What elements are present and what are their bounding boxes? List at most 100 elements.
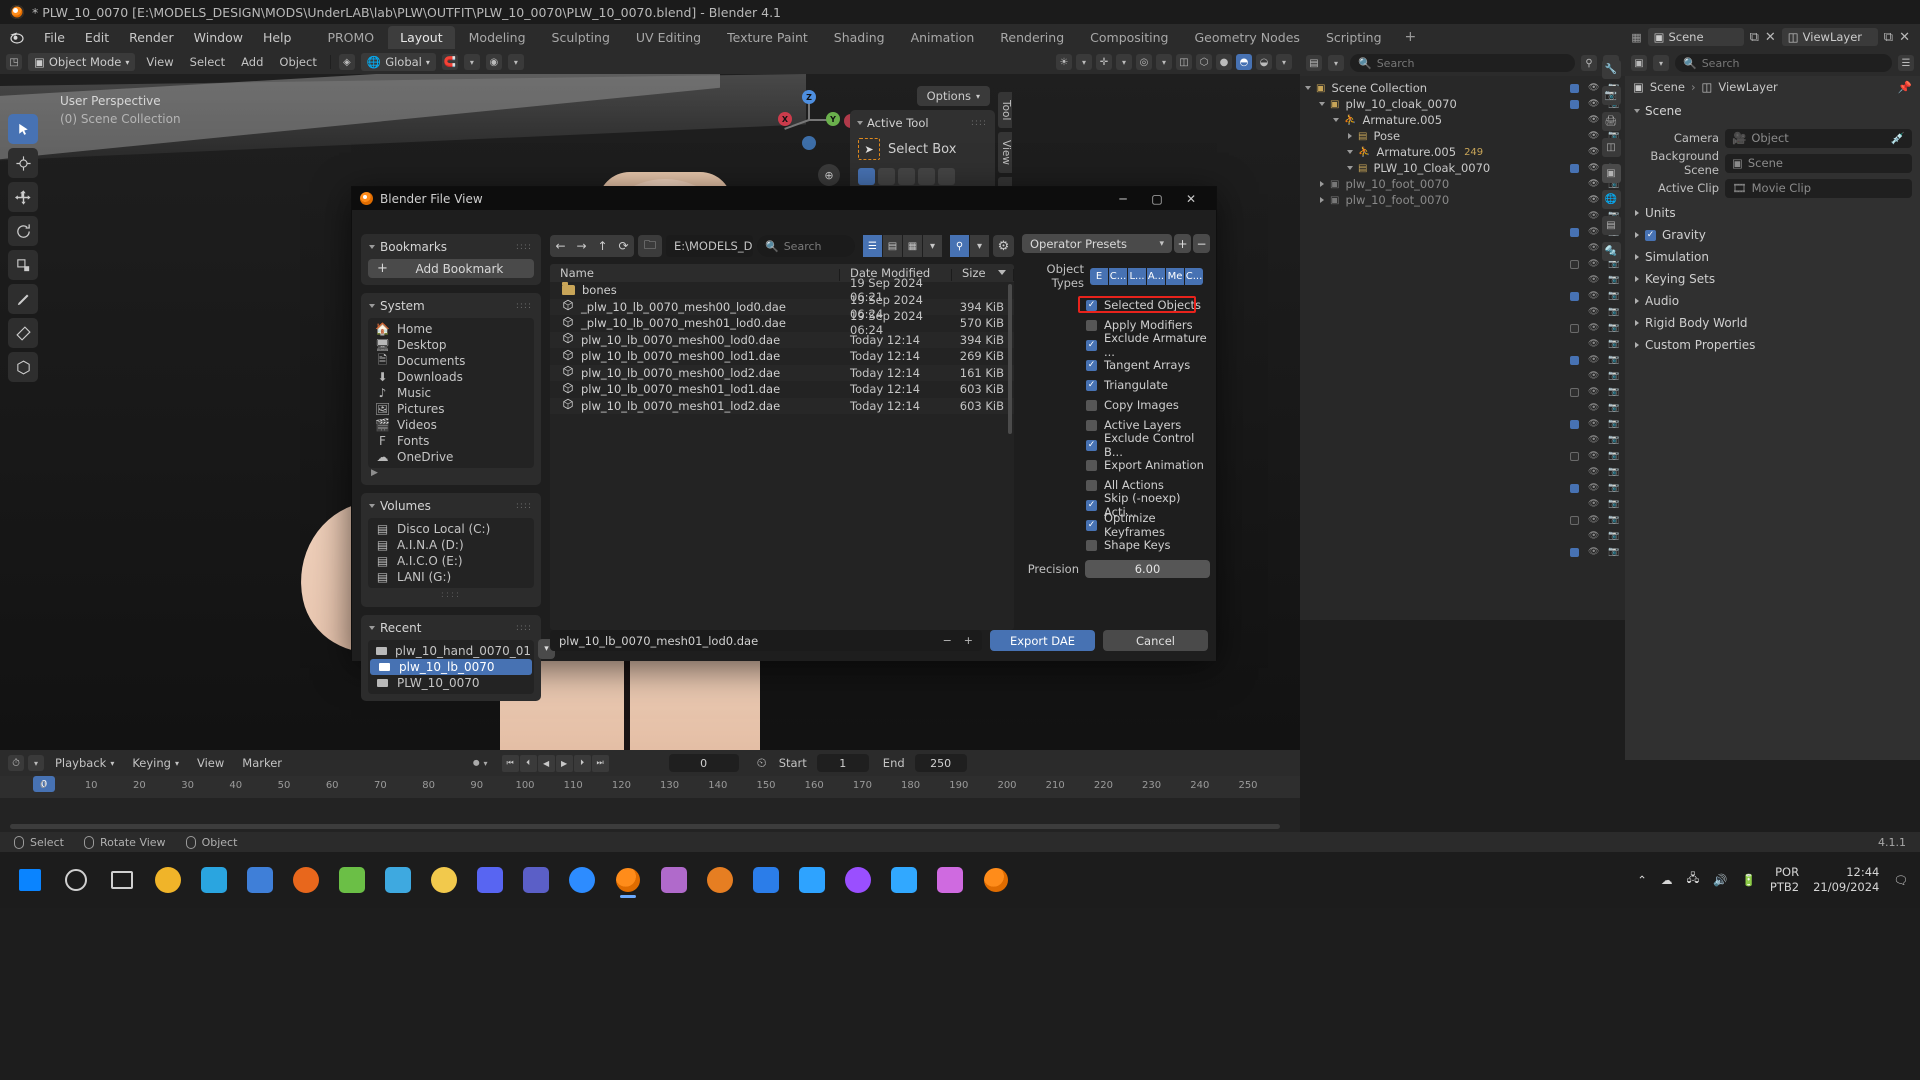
maximize-button[interactable]: ▢ xyxy=(1140,187,1174,210)
camera-icon[interactable]: 📷 xyxy=(1608,515,1619,526)
outliner-search-input[interactable]: 🔍 Search xyxy=(1350,54,1575,72)
select-intersect-icon[interactable] xyxy=(938,168,955,185)
taskbar-store-icon[interactable] xyxy=(284,858,328,902)
editor-type-icon[interactable]: ◳ xyxy=(6,54,22,70)
taskbar-search-icon[interactable] xyxy=(54,858,98,902)
tab-sculpting[interactable]: Sculpting xyxy=(540,26,622,49)
object-type-toggle-0[interactable]: E xyxy=(1090,268,1108,285)
outliner-checkbox[interactable] xyxy=(1570,420,1579,429)
eye-icon[interactable]: 👁 xyxy=(1588,275,1599,286)
tool-measure[interactable] xyxy=(8,318,38,348)
outliner-checkbox[interactable] xyxy=(1570,260,1579,269)
camera-icon[interactable]: 📷 xyxy=(1608,323,1619,334)
overlays-chevron-icon[interactable]: ▾ xyxy=(1156,54,1172,70)
falloff-chevron-icon[interactable]: ▾ xyxy=(508,54,524,70)
system-item-onedrive[interactable]: ☁OneDrive xyxy=(368,449,534,465)
outliner-row[interactable]: 👁📷 xyxy=(1300,272,1625,288)
operator-checkbox-row[interactable]: Copy Images xyxy=(1086,395,1210,415)
camera-icon[interactable]: 📷 xyxy=(1608,467,1619,478)
properties-search-input[interactable]: 🔍 Search xyxy=(1675,54,1892,72)
export-dae-button[interactable]: Export DAE xyxy=(990,630,1095,651)
outliner-row[interactable]: 👁📷 xyxy=(1300,368,1625,384)
outliner-editor-type-icon[interactable]: ▤ xyxy=(1306,55,1322,71)
playback-menu[interactable]: Playback▾ xyxy=(48,754,121,772)
system-item-videos[interactable]: 🎬Videos xyxy=(368,417,534,433)
background-scene-row[interactable]: Background Scene ▣ Scene xyxy=(1633,152,1912,174)
checkbox[interactable] xyxy=(1086,540,1097,551)
camera-icon[interactable]: 📷 xyxy=(1608,499,1619,510)
filename-increment-button[interactable]: + xyxy=(964,634,973,647)
tab-animation[interactable]: Animation xyxy=(899,26,987,49)
parent-directory-button[interactable]: ↑ xyxy=(592,235,613,257)
view-menu[interactable]: View xyxy=(141,55,178,69)
property-section-keying-sets[interactable]: Keying Sets xyxy=(1625,268,1920,290)
object-type-toggle-3[interactable]: A... xyxy=(1147,268,1165,285)
ptab-object-icon[interactable]: ▤ xyxy=(1602,216,1621,235)
outliner-row[interactable]: 👁📷 xyxy=(1300,224,1625,240)
filename-input[interactable]: plw_10_lb_0070_mesh01_lod0.dae − + xyxy=(550,630,982,651)
outliner-row[interactable]: 👁📷 xyxy=(1300,352,1625,368)
outliner-row[interactable]: 👁📷 xyxy=(1300,544,1625,560)
outliner-row[interactable]: 👁📷 xyxy=(1300,512,1625,528)
select-extend-icon[interactable] xyxy=(878,168,895,185)
camera-icon[interactable]: 📷 xyxy=(1608,547,1619,558)
camera-icon[interactable]: 📷 xyxy=(1608,355,1619,366)
file-row[interactable]: plw_10_lb_0070_mesh01_lod1.daeToday 12:1… xyxy=(550,381,1014,398)
checkbox[interactable] xyxy=(1086,500,1097,511)
gizmo-icon[interactable]: ✛ xyxy=(1096,54,1112,70)
taskbar-clock[interactable]: 12:44 21/09/2024 xyxy=(1813,865,1879,895)
eye-icon[interactable]: 👁 xyxy=(1588,307,1599,318)
current-frame-field[interactable]: 0 xyxy=(669,754,739,772)
column-date-modified[interactable]: Date Modified xyxy=(840,266,952,280)
onedrive-tray-icon[interactable]: ☁ xyxy=(1661,873,1673,887)
operator-checkbox-row[interactable]: Exclude Armature ... xyxy=(1086,335,1210,355)
system-item-music[interactable]: ♪Music xyxy=(368,385,534,401)
tab-compositing[interactable]: Compositing xyxy=(1078,26,1180,49)
zoom-icon[interactable]: ⊕ xyxy=(818,164,840,186)
outliner-row[interactable]: 👁📷 xyxy=(1300,432,1625,448)
bookmarks-header[interactable]: Bookmarks :::: xyxy=(361,240,541,259)
file-row[interactable]: _plw_10_lb_0070_mesh01_lod0.dae19 Sep 20… xyxy=(550,315,1014,332)
shading-chevron-icon[interactable]: ▾ xyxy=(1276,54,1292,70)
timeline-scrollbar[interactable] xyxy=(10,824,1280,829)
prev-keyframe-icon[interactable]: ⏴ xyxy=(520,755,537,772)
timeline-chevron-icon[interactable]: ▾ xyxy=(28,755,44,771)
outliner-row[interactable]: 👁📷 xyxy=(1300,240,1625,256)
volume-item[interactable]: ▤LANI (G:) xyxy=(368,569,534,585)
active-clip-row[interactable]: Active Clip 🎞 Movie Clip xyxy=(1633,177,1912,199)
menu-edit[interactable]: Edit xyxy=(75,27,119,48)
new-scene-icon[interactable]: ⧉ xyxy=(1750,30,1759,45)
recent-item[interactable]: PLW_10_0070 xyxy=(368,675,534,691)
gravity-checkbox[interactable] xyxy=(1645,230,1656,241)
timeline-channel-area[interactable] xyxy=(0,798,1300,832)
select-invert-icon[interactable] xyxy=(918,168,935,185)
taskbar-firefox-icon[interactable] xyxy=(238,858,282,902)
breadcrumb-scene[interactable]: Scene xyxy=(1650,80,1685,94)
taskbar-teams-icon[interactable] xyxy=(422,858,466,902)
object-type-toggle-1[interactable]: C... xyxy=(1109,268,1127,285)
camera-icon[interactable]: 📷 xyxy=(1608,435,1619,446)
camera-field[interactable]: 🎥 Object 💉 xyxy=(1725,129,1912,148)
ptab-render-icon[interactable]: 📷 xyxy=(1602,86,1621,105)
start-frame-field[interactable]: 1 xyxy=(817,754,869,772)
file-row[interactable]: plw_10_lb_0070_mesh00_lod0.daeToday 12:1… xyxy=(550,332,1014,349)
outliner-row[interactable]: ▤Pose👁📷 xyxy=(1300,128,1625,144)
taskbar-start-icon[interactable] xyxy=(8,858,52,902)
eye-icon[interactable]: 👁 xyxy=(1588,499,1599,510)
eye-icon[interactable]: 👁 xyxy=(1588,483,1599,494)
marker-menu[interactable]: Marker xyxy=(235,754,289,772)
eye-icon[interactable]: 👁 xyxy=(1588,371,1599,382)
list-view-icon[interactable]: ☰ xyxy=(863,235,882,257)
viewport-options-popover[interactable]: Options ▾ xyxy=(917,86,990,106)
shading-wireframe-icon[interactable]: ⬡ xyxy=(1196,54,1212,70)
snap-magnet-icon[interactable]: 🧲 xyxy=(442,54,458,70)
eye-icon[interactable]: 👁 xyxy=(1588,531,1599,542)
recent-header[interactable]: Recent :::: xyxy=(361,621,541,640)
unlink-scene-icon[interactable]: ✕ xyxy=(1765,30,1776,45)
filter-chevron-down-icon[interactable]: ▾ xyxy=(970,235,989,257)
camera-icon[interactable]: 📷 xyxy=(1608,451,1619,462)
outliner-row[interactable]: 👁📷 xyxy=(1300,384,1625,400)
taskbar-discord-icon[interactable] xyxy=(376,858,420,902)
operator-checkbox-row[interactable]: Export Animation xyxy=(1086,455,1210,475)
back-button[interactable]: ← xyxy=(550,235,571,257)
